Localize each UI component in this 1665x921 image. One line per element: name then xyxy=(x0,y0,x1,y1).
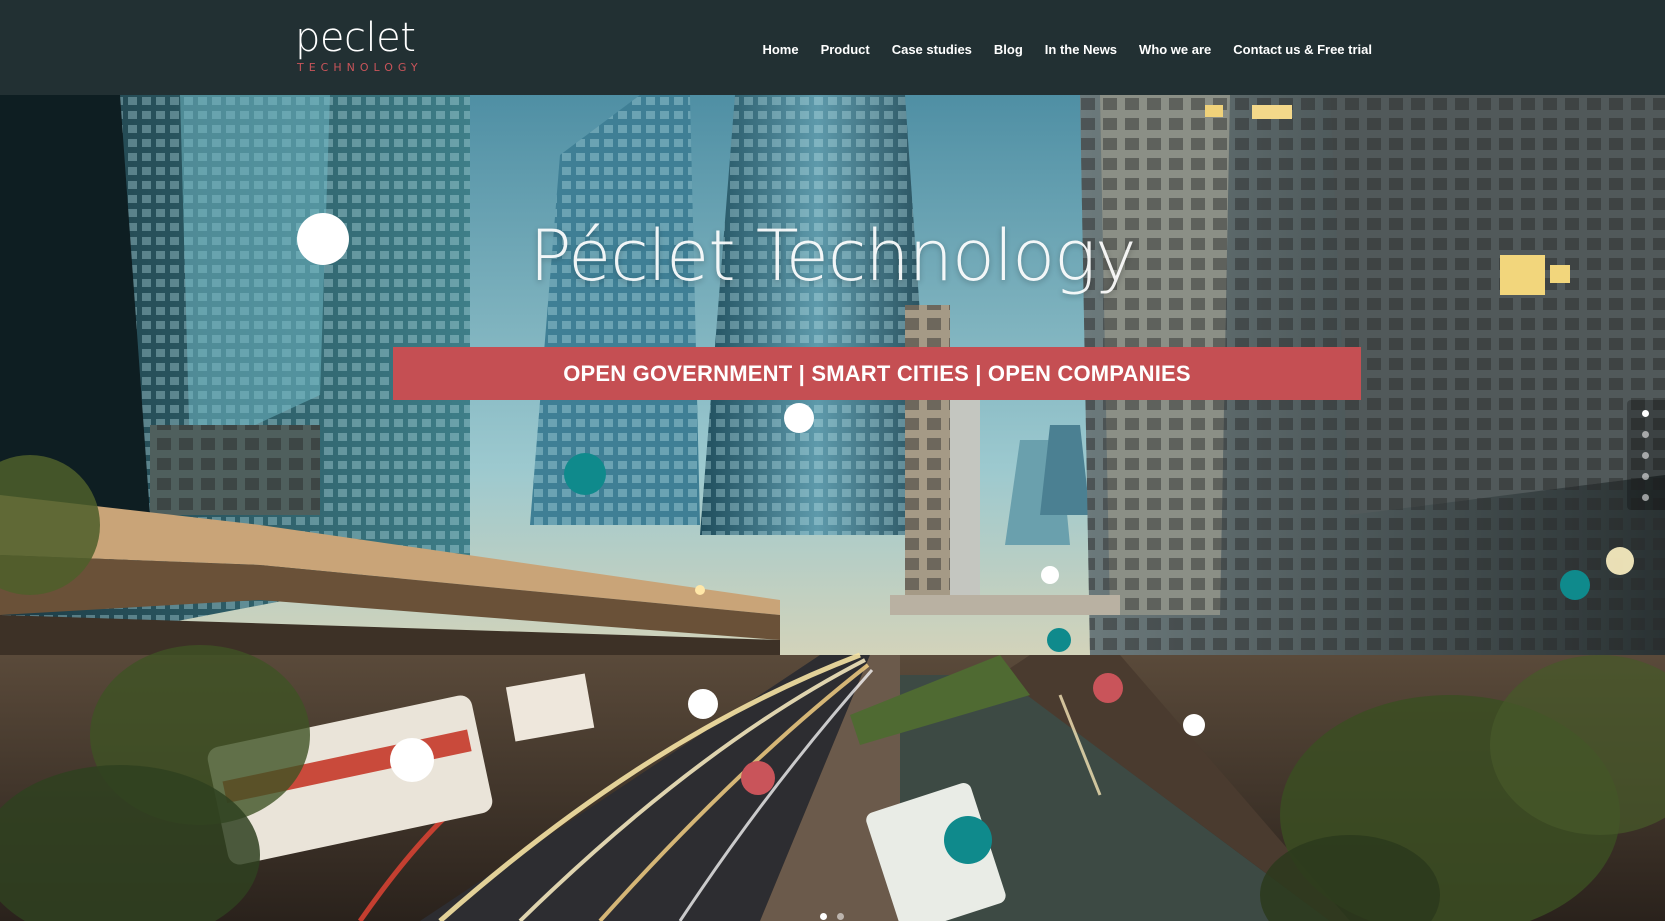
slider-dots xyxy=(818,913,848,921)
hero-title: Péclet Technology xyxy=(529,215,1136,297)
nav-item-product[interactable]: Product xyxy=(821,42,870,57)
hero-banner-text: OPEN GOVERNMENT | SMART CITIES | OPEN CO… xyxy=(563,360,1191,386)
section-dot-4[interactable] xyxy=(1642,473,1649,480)
slider-dot-2[interactable] xyxy=(837,913,844,920)
nav-item-in-the-news[interactable]: In the News xyxy=(1045,42,1117,57)
main-nav: Home Product Case studies Blog In the Ne… xyxy=(740,42,1372,57)
section-dot-1[interactable] xyxy=(1642,410,1649,417)
nav-item-home[interactable]: Home xyxy=(762,42,798,57)
section-dots-nav xyxy=(1627,400,1665,510)
logo-subtitle: TECHNOLOGY xyxy=(297,61,423,74)
site-logo[interactable]: peclet TECHNOLOGY xyxy=(295,15,418,76)
nav-item-case-studies[interactable]: Case studies xyxy=(892,42,972,57)
section-dot-5[interactable] xyxy=(1642,494,1649,501)
section-dot-3[interactable] xyxy=(1642,452,1649,459)
logo-wordmark: peclet xyxy=(295,15,416,61)
nav-item-contact[interactable]: Contact us & Free trial xyxy=(1233,42,1372,57)
page: peclet TECHNOLOGY Home Product Case stud… xyxy=(0,0,1665,921)
nav-item-who-we-are[interactable]: Who we are xyxy=(1139,42,1211,57)
slider-dot-1[interactable] xyxy=(820,913,827,920)
hero-section: Péclet Technology OPEN GOVERNMENT | SMAR… xyxy=(0,95,1665,921)
section-dot-2[interactable] xyxy=(1642,431,1649,438)
nav-item-blog[interactable]: Blog xyxy=(994,42,1023,57)
site-header: peclet TECHNOLOGY Home Product Case stud… xyxy=(0,0,1665,95)
hero-banner: OPEN GOVERNMENT | SMART CITIES | OPEN CO… xyxy=(393,347,1361,400)
